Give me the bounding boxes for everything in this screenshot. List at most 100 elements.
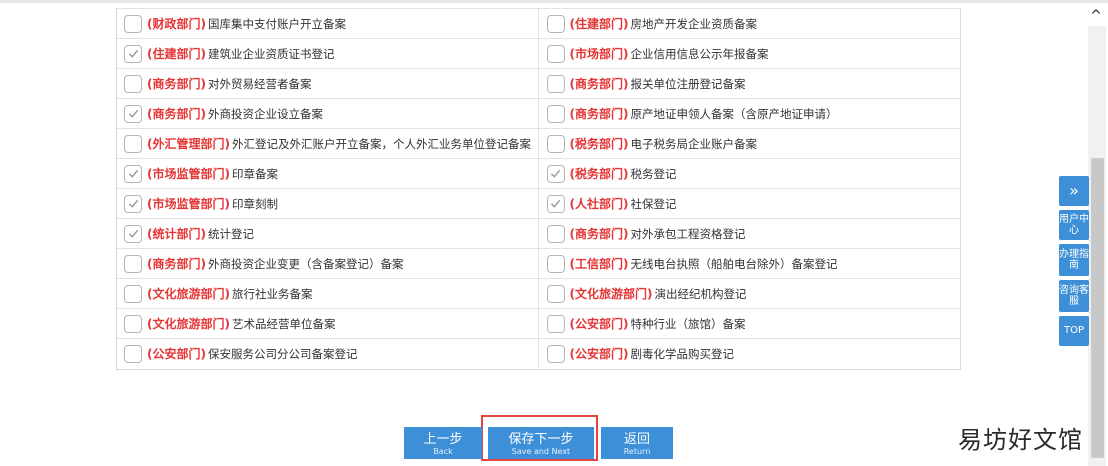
table-row: (商务部门) 对外贸易经营者备案 (商务部门) 报关单位注册登记备案 xyxy=(117,68,960,98)
item-checkbox[interactable] xyxy=(546,254,565,273)
back-button-sublabel: Back xyxy=(433,446,453,456)
list-item[interactable]: (市场监管部门) 印章刻制 xyxy=(117,189,538,218)
item-checkbox[interactable] xyxy=(546,44,565,63)
check-icon xyxy=(128,229,138,238)
department-tag: (外汇管理部门) xyxy=(147,137,230,151)
sidebar-item-consult[interactable]: 咨询客服 xyxy=(1059,280,1089,312)
department-tag: (商务部门) xyxy=(147,107,206,121)
item-label: 外商投资企业变更（含备案登记）备案 xyxy=(207,256,404,271)
list-item[interactable]: (统计部门) 统计登记 xyxy=(117,219,538,248)
save-and-next-button[interactable]: 保存下一步 Save and Next xyxy=(488,427,594,459)
table-row: (公安部门) 保安服务公司分公司备案登记 (公安部门) 剧毒化学品购买登记 xyxy=(117,338,960,368)
department-tag: (住建部门) xyxy=(147,47,206,61)
registration-items-table: (财政部门) 国库集中支付账户开立备案 (住建部门) 房地产开发企业资质备案 (住建部门… xyxy=(116,8,961,370)
list-item[interactable]: (税务部门) 电子税务局企业账户备案 xyxy=(537,129,961,158)
list-item[interactable]: (市场监管部门) 印章备案 xyxy=(117,159,538,188)
item-label: 税务登记 xyxy=(630,166,677,181)
item-checkbox[interactable] xyxy=(124,164,142,183)
list-item[interactable]: (税务部门) 税务登记 xyxy=(537,159,961,188)
list-item[interactable]: (文化旅游部门) 演出经纪机构登记 xyxy=(537,279,961,308)
item-checkbox[interactable] xyxy=(546,14,565,33)
item-checkbox[interactable] xyxy=(546,224,565,243)
list-item[interactable]: (商务部门) 对外贸易经营者备案 xyxy=(117,69,538,98)
item-checkbox[interactable] xyxy=(124,284,142,303)
list-item[interactable]: (商务部门) 外商投资企业变更（含备案登记）备案 xyxy=(117,249,538,278)
item-checkbox[interactable] xyxy=(124,224,142,243)
check-icon xyxy=(550,169,561,178)
item-checkbox[interactable] xyxy=(546,314,565,333)
item-checkbox[interactable] xyxy=(546,344,565,363)
return-button-label: 返回 xyxy=(623,431,650,447)
item-label: 房地产开发企业资质备案 xyxy=(630,16,757,31)
item-label: 保安服务公司分公司备案登记 xyxy=(207,346,358,361)
department-tag: (市场监管部门) xyxy=(147,167,230,181)
department-tag: (文化旅游部门) xyxy=(569,287,653,301)
item-checkbox[interactable] xyxy=(124,44,142,63)
table-row: (文化旅游部门) 旅行社业务备案 (文化旅游部门) 演出经纪机构登记 xyxy=(117,278,960,308)
item-label: 建筑业企业资质证书登记 xyxy=(207,46,335,61)
department-tag: (商务部门) xyxy=(569,107,629,121)
scroll-up-icon[interactable]: ^ xyxy=(1088,8,1104,24)
item-checkbox[interactable] xyxy=(124,14,142,33)
item-label: 对外承包工程资格登记 xyxy=(630,226,746,241)
list-item[interactable]: (住建部门) 建筑业企业资质证书登记 xyxy=(117,39,538,68)
list-item[interactable]: (商务部门) 外商投资企业设立备案 xyxy=(117,99,538,128)
department-tag: (商务部门) xyxy=(147,257,206,271)
item-checkbox[interactable] xyxy=(124,344,142,363)
department-tag: (商务部门) xyxy=(569,77,629,91)
item-label: 外汇登记及外汇账户开立备案，个人外汇业务单位登记备案 xyxy=(231,136,531,151)
item-checkbox[interactable] xyxy=(124,74,142,93)
back-button[interactable]: 上一步 Back xyxy=(404,427,482,459)
list-item[interactable]: (市场部门) 企业信用信息公示年报备案 xyxy=(537,39,961,68)
list-item[interactable]: (财政部门) 国库集中支付账户开立备案 xyxy=(117,9,538,38)
item-label: 统计登记 xyxy=(207,226,254,241)
top-border xyxy=(0,0,1108,3)
item-label: 电子税务局企业账户备案 xyxy=(630,136,757,151)
list-item[interactable]: (公安部门) 特种行业（旅馆）备案 xyxy=(537,309,961,338)
return-button-sublabel: Return xyxy=(623,446,651,456)
list-item[interactable]: (人社部门) 社保登记 xyxy=(537,189,961,218)
list-item[interactable]: (公安部门) 保安服务公司分公司备案登记 xyxy=(117,339,538,368)
item-label: 原产地证申领人备案（含原产地证申请） xyxy=(630,106,838,121)
item-label: 剧毒化学品购买登记 xyxy=(630,346,734,361)
item-checkbox[interactable] xyxy=(124,254,142,273)
item-checkbox[interactable] xyxy=(546,134,565,153)
item-checkbox[interactable] xyxy=(124,104,142,123)
item-label: 艺术品经营单位备案 xyxy=(231,316,336,331)
check-icon xyxy=(128,199,138,208)
item-checkbox[interactable] xyxy=(546,284,565,303)
list-item[interactable]: (住建部门) 房地产开发企业资质备案 xyxy=(537,9,961,38)
list-item[interactable]: (商务部门) 原产地证申领人备案（含原产地证申请） xyxy=(537,99,961,128)
list-item[interactable]: (公安部门) 剧毒化学品购买登记 xyxy=(537,339,961,368)
table-row: (商务部门) 外商投资企业变更（含备案登记）备案 (工信部门) 无线电台执照（船舶电台… xyxy=(117,248,960,278)
item-checkbox[interactable] xyxy=(124,314,142,333)
sidebar-item-guide[interactable]: 办理指南 xyxy=(1059,244,1089,276)
item-checkbox[interactable] xyxy=(124,134,142,153)
list-item[interactable]: (文化旅游部门) 艺术品经营单位备案 xyxy=(117,309,538,338)
list-item[interactable]: (外汇管理部门) 外汇登记及外汇账户开立备案，个人外汇业务单位登记备案 xyxy=(117,129,538,158)
back-to-top-button[interactable]: TOP xyxy=(1059,316,1089,346)
table-row: (住建部门) 建筑业企业资质证书登记 (市场部门) 企业信用信息公示年报备案 xyxy=(117,38,960,68)
back-button-label: 上一步 xyxy=(423,431,463,447)
item-checkbox[interactable] xyxy=(546,74,565,93)
item-checkbox[interactable] xyxy=(124,194,142,213)
table-row: (外汇管理部门) 外汇登记及外汇账户开立备案，个人外汇业务单位登记备案 (税务部门)… xyxy=(117,128,960,158)
item-label: 旅行社业务备案 xyxy=(231,286,313,301)
scrollbar-thumb[interactable] xyxy=(1091,158,1104,458)
item-label: 国库集中支付账户开立备案 xyxy=(207,16,346,31)
department-tag: (公安部门) xyxy=(147,347,206,361)
item-checkbox[interactable] xyxy=(546,164,565,183)
sidebar-expand-icon[interactable]: » xyxy=(1059,176,1089,206)
item-label: 对外贸易经营者备案 xyxy=(207,76,312,91)
return-button[interactable]: 返回 Return xyxy=(601,427,673,459)
item-checkbox[interactable] xyxy=(546,194,565,213)
list-item[interactable]: (商务部门) 对外承包工程资格登记 xyxy=(537,219,961,248)
item-label: 印章备案 xyxy=(231,166,278,181)
list-item[interactable]: (工信部门) 无线电台执照（船舶电台除外）备案登记 xyxy=(537,249,961,278)
sidebar-item-user-center[interactable]: 用户中心 xyxy=(1059,210,1089,240)
save-and-next-sublabel: Save and Next xyxy=(511,446,571,456)
list-item[interactable]: (商务部门) 报关单位注册登记备案 xyxy=(537,69,961,98)
list-item[interactable]: (文化旅游部门) 旅行社业务备案 xyxy=(117,279,538,308)
department-tag: (文化旅游部门) xyxy=(147,287,230,301)
item-checkbox[interactable] xyxy=(546,104,565,123)
